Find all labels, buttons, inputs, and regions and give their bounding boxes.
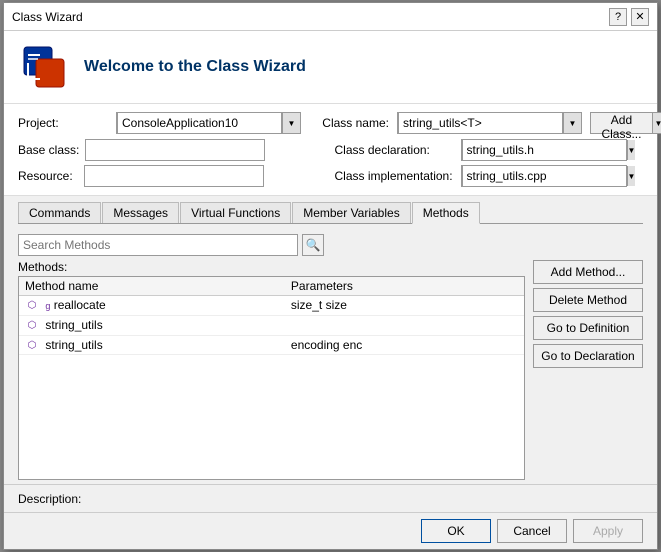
classname-label: Class name: <box>309 116 389 130</box>
footer: OK Cancel Apply <box>4 512 657 549</box>
method-name-cell: ⬡ string_utils <box>19 315 285 335</box>
col-method-name: Method name <box>19 277 285 296</box>
methods-label: Methods: <box>18 260 525 274</box>
tabs-bar: Commands Messages Virtual Functions Memb… <box>18 202 643 224</box>
methods-table-wrapper[interactable]: Method name Parameters ⬡ g reallocate <box>18 276 525 480</box>
method-icon: ⬡ <box>25 338 39 352</box>
class-implementation-input[interactable] <box>462 165 627 187</box>
title-text: Class Wizard <box>12 10 83 24</box>
methods-section: Methods: Method name Parameters <box>18 260 525 480</box>
method-name-cell: ⬡ string_utils <box>19 335 285 355</box>
search-button[interactable]: 🔍 <box>302 234 324 256</box>
methods-table: Method name Parameters ⬡ g reallocate <box>19 277 524 355</box>
apply-button[interactable]: Apply <box>573 519 643 543</box>
title-bar-controls: ? ✕ <box>609 8 649 26</box>
tab-content: 🔍 Methods: Method name Parameters <box>4 224 657 484</box>
go-to-definition-button[interactable]: Go to Definition <box>533 316 643 340</box>
class-implementation-label: Class implementation: <box>335 169 455 183</box>
table-row[interactable]: ⬡ g reallocate size_t size <box>19 296 524 316</box>
base-class-input[interactable] <box>85 139 265 161</box>
method-icon: ⬡ <box>25 299 39 313</box>
method-params: size_t size <box>285 296 524 316</box>
method-name: string_utils <box>45 338 102 352</box>
resource-row: Resource: <box>18 165 327 187</box>
search-icon: 🔍 <box>306 238 321 252</box>
cancel-button[interactable]: Cancel <box>497 519 567 543</box>
classname-combo[interactable]: ▼ <box>397 112 582 134</box>
close-button[interactable]: ✕ <box>631 8 649 26</box>
description-bar: Description: <box>4 484 657 512</box>
go-to-declaration-button[interactable]: Go to Declaration <box>533 344 643 368</box>
project-label: Project: <box>18 116 108 130</box>
title-bar-title: Class Wizard <box>12 10 83 24</box>
base-class-row: Base class: <box>18 139 327 161</box>
help-button[interactable]: ? <box>609 8 627 26</box>
table-row[interactable]: ⬡ string_utils encoding enc <box>19 335 524 355</box>
classname-arrow[interactable]: ▼ <box>563 113 581 133</box>
description-label: Description: <box>18 492 81 506</box>
class-implementation-arrow[interactable]: ▼ <box>627 166 636 186</box>
search-row: 🔍 <box>18 234 643 256</box>
tab-commands[interactable]: Commands <box>18 202 101 223</box>
col-parameters: Parameters <box>285 277 524 296</box>
tab-member-variables[interactable]: Member Variables <box>292 202 410 223</box>
add-class-dropdown-arrow[interactable]: ▼ <box>652 112 661 134</box>
class-declaration-arrow[interactable]: ▼ <box>627 140 636 160</box>
subscript-icon: g <box>45 301 50 311</box>
add-class-split-btn[interactable]: Add Class... ▼ <box>590 112 661 134</box>
project-classname-row: Project: ▼ Class name: ▼ Add Class... ▼ <box>18 112 643 134</box>
class-declaration-label: Class declaration: <box>335 143 455 157</box>
table-row[interactable]: ⬡ string_utils <box>19 315 524 335</box>
left-fields: Base class: Resource: <box>18 139 327 187</box>
delete-method-button[interactable]: Delete Method <box>533 288 643 312</box>
right-fields: Class declaration: ▼ Class implementatio… <box>335 139 644 187</box>
ok-button[interactable]: OK <box>421 519 491 543</box>
class-declaration-input[interactable] <box>462 139 627 161</box>
project-input[interactable] <box>117 112 282 134</box>
project-arrow[interactable]: ▼ <box>282 113 300 133</box>
method-icon: ⬡ <box>25 319 39 333</box>
search-input[interactable] <box>18 234 298 256</box>
tab-methods[interactable]: Methods <box>412 202 480 224</box>
class-wizard-dialog: Class Wizard ? ✕ Welcome to the Class Wi… <box>3 2 658 550</box>
method-name: reallocate <box>54 298 106 312</box>
wizard-icon <box>20 43 68 91</box>
title-bar: Class Wizard ? ✕ <box>4 3 657 31</box>
tab-messages[interactable]: Messages <box>102 202 179 223</box>
tab-virtual-functions[interactable]: Virtual Functions <box>180 202 291 223</box>
method-name-cell: ⬡ g reallocate <box>19 296 285 316</box>
main-area: Methods: Method name Parameters <box>18 260 643 480</box>
form-section: Project: ▼ Class name: ▼ Add Class... ▼ <box>4 104 657 196</box>
classname-input[interactable] <box>398 112 563 134</box>
add-method-button[interactable]: Add Method... <box>533 260 643 284</box>
class-implementation-row: Class implementation: ▼ <box>335 165 644 187</box>
resource-input[interactable] <box>84 165 264 187</box>
add-class-button[interactable]: Add Class... <box>590 112 652 134</box>
wizard-header-text: Welcome to the Class Wizard <box>84 58 306 76</box>
tabs-container: Commands Messages Virtual Functions Memb… <box>4 196 657 224</box>
class-declaration-row: Class declaration: ▼ <box>335 139 644 161</box>
fields-row: Base class: Resource: Class declaration:… <box>18 139 643 187</box>
project-combo[interactable]: ▼ <box>116 112 301 134</box>
method-params: encoding enc <box>285 335 524 355</box>
base-class-label: Base class: <box>18 143 79 157</box>
resource-label: Resource: <box>18 169 78 183</box>
wizard-header: Welcome to the Class Wizard <box>4 31 657 104</box>
method-name: string_utils <box>45 318 102 332</box>
action-buttons: Add Method... Delete Method Go to Defini… <box>533 260 643 480</box>
method-params <box>285 315 524 335</box>
